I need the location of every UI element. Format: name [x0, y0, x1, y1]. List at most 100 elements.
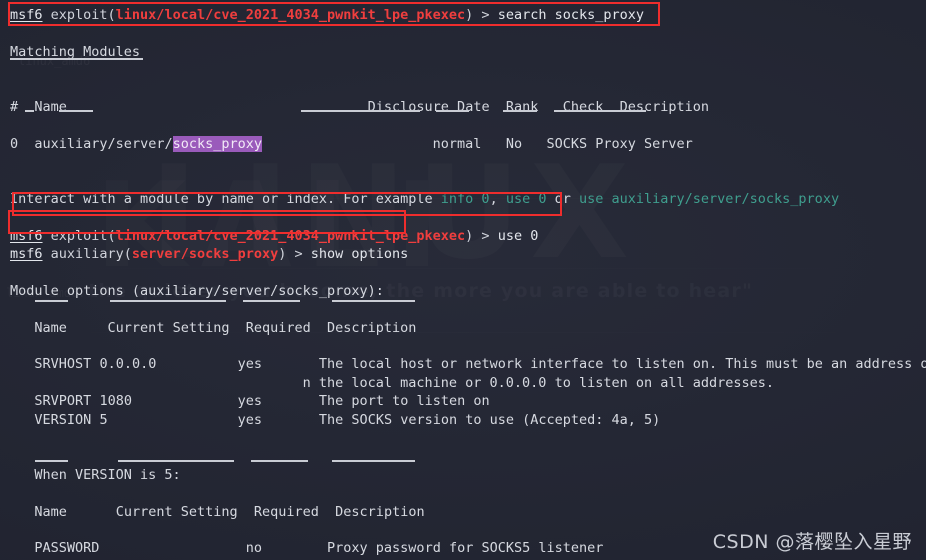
cell-name: PASSWORD — [34, 540, 100, 557]
prompt-module-name: linux/local/cve_2021_4034_pwnkit_lpe_pke… — [115, 227, 466, 244]
prompt-module-name: server/socks_proxy — [131, 246, 279, 263]
col-description: Description — [335, 503, 425, 520]
underline-col-disclosure — [301, 110, 420, 112]
cell-description: The SOCKS version to use (Accepted: 4a, … — [318, 411, 661, 428]
col-check: Check — [562, 98, 604, 115]
underline-opt-col-description — [332, 300, 415, 302]
hint-sep: , — [489, 190, 506, 207]
table-row[interactable]: SRVHOST 0.0.0.0 yes The local host or ne… — [0, 355, 926, 373]
underline-col-name — [59, 110, 93, 112]
module-options-underline-row — [0, 337, 926, 355]
prompt-user: msf6 — [10, 227, 43, 244]
underline-v5-col-description — [332, 460, 415, 462]
prompt-module-name: linux/local/cve_2021_4034_pwnkit_lpe_pke… — [115, 7, 466, 23]
prompt-user: msf6 — [10, 7, 43, 23]
cell-current-setting: 0.0.0.0 — [99, 356, 157, 373]
cell-name: SRVPORT — [34, 393, 92, 410]
modules-table-header: # Name Disclosure Date Rank Check Descri… — [0, 98, 926, 116]
underline-v5-col-current — [118, 460, 234, 462]
col-current-setting: Current Setting — [107, 319, 230, 336]
col-required: Required — [245, 319, 311, 336]
hint-sep: or — [546, 190, 579, 207]
col-name: Name — [34, 503, 67, 520]
prompt-context-open: exploit( — [42, 7, 116, 23]
prompt-context-open: exploit( — [42, 227, 116, 244]
hint-command-use-full: use auxiliary/server/socks_proxy — [578, 190, 840, 207]
underline-opt-col-name — [35, 300, 68, 302]
cell-name: SRVHOST — [34, 356, 92, 373]
col-rank: Rank — [505, 98, 539, 115]
prompt-command: search socks_proxy — [497, 7, 644, 23]
prompt-line-search: msf6 exploit(linux/local/cve_2021_4034_p… — [0, 6, 926, 24]
cell-current-setting: 5 — [99, 411, 108, 428]
modules-header-underline-row — [0, 116, 926, 134]
terminal-output[interactable]: msf6 exploit(linux/local/cve_2021_4034_p… — [0, 0, 926, 560]
cell-required: no — [245, 540, 262, 557]
col-name: Name — [34, 98, 67, 115]
table-row-continuation: n the local machine or 0.0.0.0 to listen… — [0, 374, 926, 392]
underline-v5-col-required — [251, 460, 308, 462]
prompt-context-close: ) > — [465, 7, 498, 23]
col-required: Required — [253, 503, 319, 520]
cell-required: yes — [237, 356, 263, 373]
prompt-context-open: auxiliary( — [42, 246, 132, 263]
prompt-command: use 0 — [497, 227, 539, 244]
cell-rank: normal — [432, 135, 482, 152]
cell-description: The port to listen on — [318, 393, 490, 410]
col-name: Name — [34, 319, 67, 336]
underline-opt-col-current — [110, 300, 226, 302]
hint-command-use-index: use 0 — [505, 190, 547, 207]
col-description: Description — [327, 319, 417, 336]
prompt-line-show-options: msf6 auxiliary(server/socks_proxy) > sho… — [0, 245, 926, 263]
version5-heading-text: When VERSION is 5: — [34, 466, 181, 483]
cell-name-prefix: auxiliary/server/ — [34, 135, 173, 152]
version5-table-header: Name Current Setting Required Descriptio… — [0, 503, 926, 521]
version5-heading: When VERSION is 5: — [0, 466, 926, 484]
cell-description: The local host or network interface to l… — [318, 356, 926, 373]
prompt-user: msf6 — [10, 246, 43, 263]
cell-index: 0 — [10, 135, 19, 152]
cell-description: SOCKS Proxy Server — [546, 135, 693, 152]
col-index: # — [10, 98, 19, 115]
underline-col-index — [25, 110, 34, 112]
underline-v5-col-name — [35, 460, 68, 462]
cell-name: VERSION — [34, 411, 92, 428]
prompt-context-close: ) > — [465, 227, 498, 244]
cell-current-setting: 1080 — [99, 393, 132, 410]
prompt-command: show options — [310, 246, 409, 263]
hint-text: Interact with a module by name or index.… — [10, 190, 441, 207]
underline-matching-modules — [10, 58, 143, 60]
cell-check: No — [505, 135, 523, 152]
col-description: Description — [619, 98, 710, 115]
csdn-watermark: CSDN @落樱坠入星野 — [712, 530, 912, 553]
table-row[interactable]: 0 auxiliary/server/socks_proxy normal No… — [0, 135, 926, 153]
underline-opt-col-required — [243, 300, 300, 302]
col-current-setting: Current Setting — [115, 503, 238, 520]
cell-required: yes — [237, 393, 263, 410]
interact-hint-line: Interact with a module by name or index.… — [0, 190, 926, 208]
prompt-line-use: msf6 exploit(linux/local/cve_2021_4034_p… — [0, 227, 926, 245]
table-row[interactable]: VERSION 5 yes The SOCKS version to use (… — [0, 411, 926, 429]
terminal-window: KALI LINUX the quieter you become, the m… — [0, 0, 926, 560]
module-options-table-header: Name Current Setting Required Descriptio… — [0, 319, 926, 337]
heading-underline-row — [0, 61, 926, 79]
cell-description-wrap: n the local machine or 0.0.0.0 to listen… — [302, 374, 775, 391]
prompt-context-close: ) > — [278, 246, 311, 263]
cell-required: yes — [237, 411, 263, 428]
underline-col-rank — [436, 110, 469, 112]
col-disclosure-date: Disclosure Date — [367, 98, 490, 115]
module-options-heading: Module options (auxiliary/server/socks_p… — [10, 282, 384, 299]
cell-description: Proxy password for SOCKS5 listener — [327, 540, 604, 557]
table-row[interactable]: SRVPORT 1080 yes The port to listen on — [0, 392, 926, 410]
underline-col-check — [503, 110, 537, 112]
